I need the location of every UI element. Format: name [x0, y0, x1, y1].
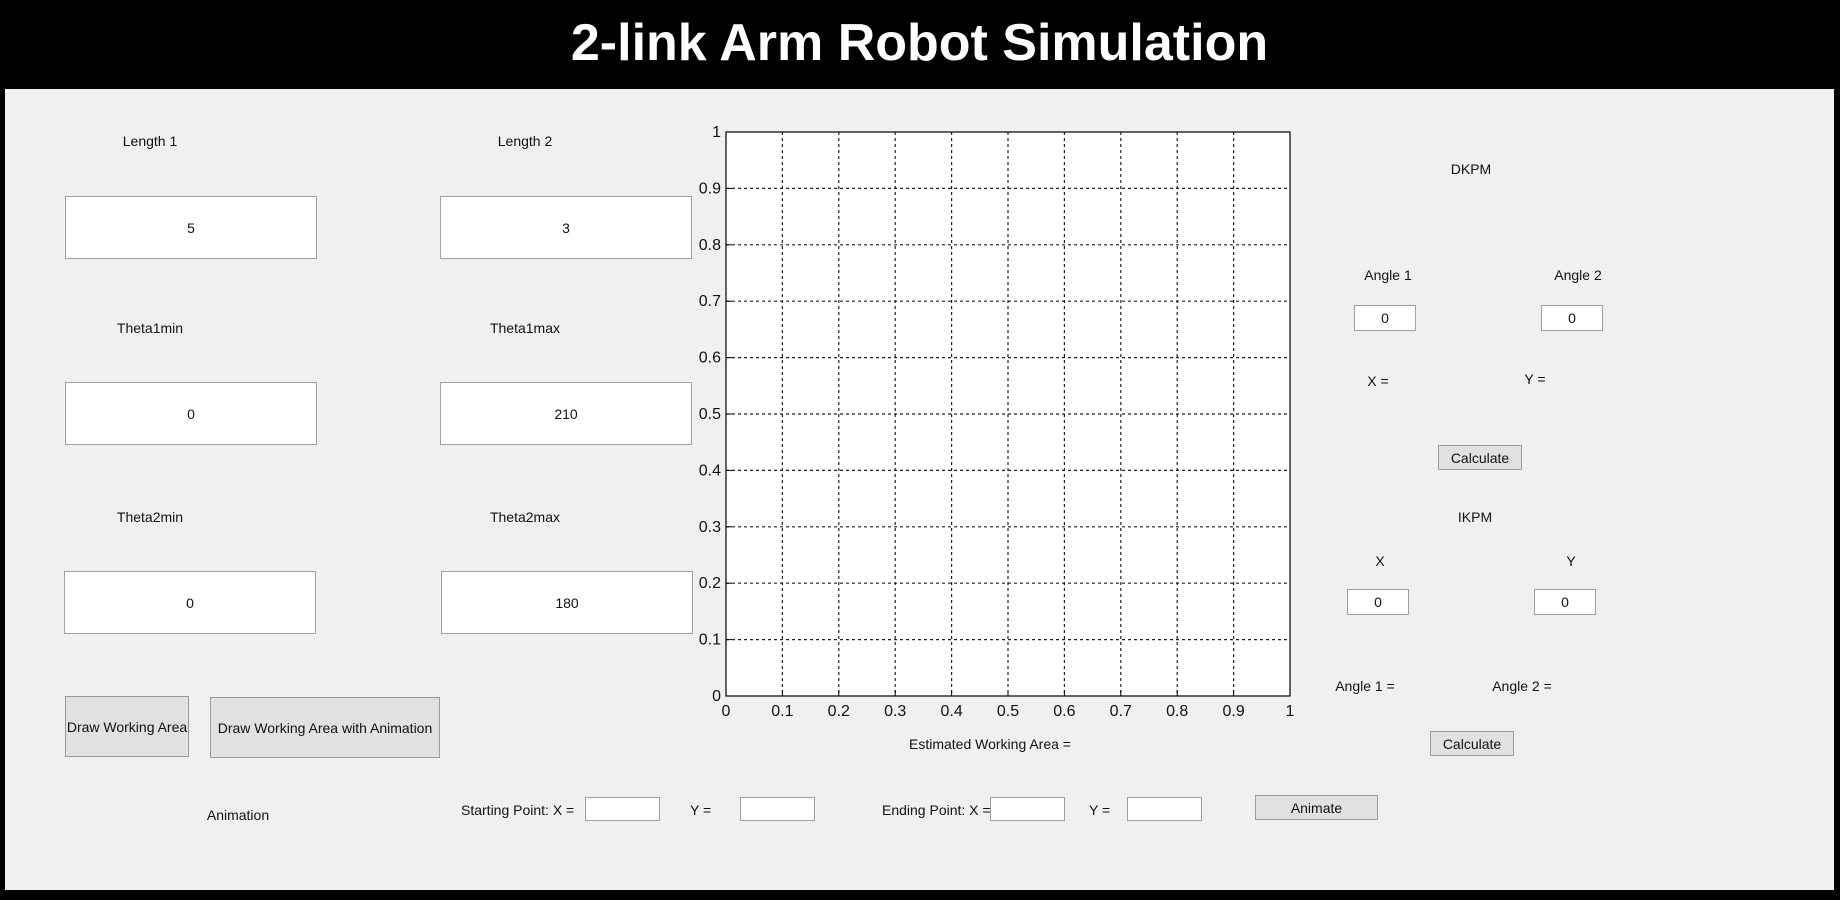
x-tick-label: 0.5 — [997, 703, 1019, 720]
dkpm-angle1-label: Angle 1 — [1364, 267, 1412, 283]
ikpm-y-label: Y — [1566, 553, 1576, 569]
dkpm-angle2-label: Angle 2 — [1554, 267, 1602, 283]
estimated-working-area-label: Estimated Working Area = — [909, 736, 1071, 752]
x-tick-label: 0 — [722, 703, 731, 720]
x-tick-label: 0.1 — [771, 703, 793, 720]
ikpm-x-input[interactable]: 0 — [1347, 589, 1409, 615]
dkpm-angle2-input[interactable]: 0 — [1541, 305, 1603, 331]
y-tick-label: 0.3 — [699, 519, 721, 536]
start-x-input[interactable] — [585, 797, 660, 821]
y-tick-label: 0 — [712, 688, 721, 705]
x-tick-label: 0.8 — [1166, 703, 1188, 720]
y-tick-label: 0.5 — [699, 406, 721, 423]
dkpm-x-result: X = — [1367, 373, 1389, 389]
x-tick-label: 1 — [1286, 703, 1295, 720]
dkpm-calculate-button[interactable]: Calculate — [1438, 445, 1522, 470]
y-tick-label: 0.6 — [699, 350, 721, 367]
dkpm-angle1-input[interactable]: 0 — [1354, 305, 1416, 331]
x-tick-label: 0.2 — [828, 703, 850, 720]
y-tick-label: 0.2 — [699, 575, 721, 592]
start-x-label: Starting Point: X = — [461, 802, 575, 818]
animate-button[interactable]: Animate — [1255, 795, 1378, 820]
end-x-label: Ending Point: X = — [882, 802, 991, 818]
end-x-input[interactable] — [990, 797, 1065, 821]
start-y-label: Y = — [690, 802, 712, 818]
ikpm-angle2-result: Angle 2 = — [1492, 678, 1552, 694]
end-y-input[interactable] — [1127, 797, 1202, 821]
x-tick-label: 0.9 — [1222, 703, 1244, 720]
y-tick-label: 1 — [712, 124, 721, 141]
y-tick-label: 0.9 — [699, 180, 721, 197]
ikpm-angle1-result: Angle 1 = — [1335, 678, 1395, 694]
ikpm-x-label: X — [1375, 553, 1385, 569]
x-tick-label: 0.3 — [884, 703, 906, 720]
start-y-input[interactable] — [740, 797, 815, 821]
working-area-plot: 00 0.1 0.1 0.2 0.2 0.3 0.3 0.4 0.4 0.5 0.5 0.6 0.6 0.… — [699, 124, 1295, 720]
dkpm-title: DKPM — [1450, 161, 1492, 177]
animation-label: Animation — [206, 807, 270, 823]
app-window: 2-link Arm Robot Simulation Length 1 5 L… — [5, 10, 1834, 890]
ikpm-title: IKPM — [1457, 509, 1493, 525]
y-tick-label: 0.1 — [699, 632, 721, 649]
dkpm-y-result: Y = — [1524, 371, 1546, 387]
y-tick-label: 0.7 — [699, 293, 721, 310]
y-tick-label: 0.8 — [699, 237, 721, 254]
ikpm-calculate-button[interactable]: Calculate — [1430, 731, 1514, 756]
x-tick-label: 0.6 — [1053, 703, 1075, 720]
ikpm-y-input[interactable]: 0 — [1534, 589, 1596, 615]
x-tick-label: 0.4 — [940, 703, 962, 720]
end-y-label: Y = — [1089, 802, 1111, 818]
x-tick-label: 0.7 — [1110, 703, 1132, 720]
y-tick-label: 0.4 — [699, 462, 721, 479]
